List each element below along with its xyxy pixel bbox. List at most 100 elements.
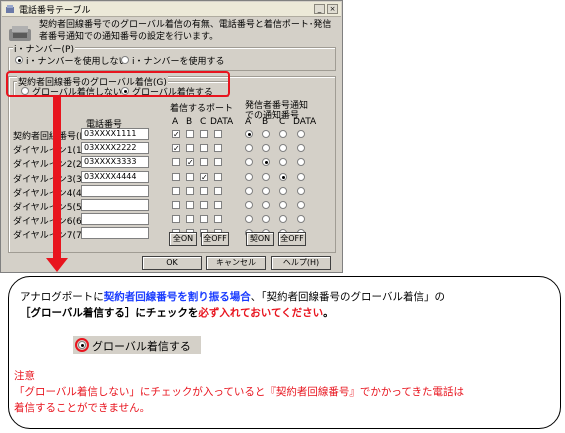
row-label: 契約者回線番号(I) xyxy=(13,132,86,142)
port-checkbox[interactable] xyxy=(172,201,180,209)
note-line-2: 着信することができません。 xyxy=(14,402,151,414)
col-ports-header: 着信するポート xyxy=(170,104,234,114)
phone-number-field[interactable]: 03XXXX3333 xyxy=(81,156,149,169)
port-subheader: C xyxy=(200,117,207,127)
caller-radio[interactable] xyxy=(297,172,305,181)
port-checkbox[interactable]: ✓ xyxy=(172,144,180,153)
port-checkbox[interactable] xyxy=(172,186,180,195)
arrow-shaft xyxy=(53,97,61,260)
port-checkbox[interactable] xyxy=(172,215,180,224)
minimize-button[interactable]: _ xyxy=(314,4,325,14)
caller-radio[interactable] xyxy=(245,186,253,195)
port-checkbox[interactable] xyxy=(186,172,194,181)
caller-radio[interactable] xyxy=(297,130,305,138)
ok-button[interactable]: OK xyxy=(142,256,202,270)
port-checkbox[interactable] xyxy=(200,201,208,209)
instruction-warning: 必ず入れておいてください xyxy=(198,307,324,319)
caller-subheader: B xyxy=(262,117,269,127)
phone-number-field[interactable]: 03XXXX2222 xyxy=(81,142,149,155)
row-label: ダイヤルイン5(5) xyxy=(13,203,86,213)
port-checkbox[interactable]: ✓ xyxy=(172,130,180,139)
port-checkbox[interactable] xyxy=(186,144,194,153)
caller-radio[interactable] xyxy=(279,172,287,181)
port-checkbox[interactable] xyxy=(172,158,180,167)
instruction-text: 。 xyxy=(323,307,334,319)
inumber-on-radio[interactable] xyxy=(121,56,129,64)
port-checkbox[interactable] xyxy=(214,172,222,181)
caller-radio[interactable] xyxy=(262,172,270,181)
port-checkbox[interactable]: ✓ xyxy=(186,158,194,167)
instruction-line-2: ［グローバル着信する］にチェックを必ず入れておいてください。 xyxy=(20,305,555,321)
inumber-off-radio[interactable] xyxy=(15,56,23,64)
instruction-text: 、「契約者回線番号のグローバル着信」の xyxy=(250,291,445,303)
row-label: ダイヤルイン2(2) xyxy=(13,160,86,171)
dialog-window: 電話番号テーブル _ × 契約者回線番号でのグローバル着信の有無、電話番号と着信… xyxy=(0,0,343,273)
caller-radio[interactable] xyxy=(297,201,305,209)
caller-radio[interactable] xyxy=(262,130,270,138)
port-checkbox[interactable] xyxy=(172,172,180,181)
port-checkbox[interactable] xyxy=(200,130,208,138)
note-line-1: 「グローバル着信しない」にチェックが入っていると『契約者回線番号』でかかってきた… xyxy=(14,386,465,398)
help-button[interactable]: ヘルプ(H) xyxy=(271,256,331,270)
instruction-text: アナログポートに xyxy=(20,291,104,303)
port-checkbox[interactable] xyxy=(200,215,208,224)
port-checkbox[interactable] xyxy=(214,186,222,195)
sample-radio-label: グローバル着信する xyxy=(92,340,191,353)
all-off-button[interactable]: 全OFF xyxy=(201,232,229,246)
port-checkbox[interactable] xyxy=(186,186,194,195)
port-checkbox[interactable] xyxy=(214,130,222,138)
sample-radio xyxy=(78,341,86,349)
sample-radio-option: グローバル着信する xyxy=(73,336,201,354)
caller-subheader: DATA xyxy=(293,117,317,127)
window-title: 電話番号テーブル xyxy=(19,6,91,16)
port-checkbox[interactable] xyxy=(200,186,208,195)
instruction-text: ［グローバル着信する］にチェックを xyxy=(20,307,199,319)
caller-radio[interactable] xyxy=(279,201,287,209)
port-checkbox[interactable] xyxy=(186,130,194,138)
cancel-button[interactable]: キャンセル xyxy=(206,256,266,270)
arrow-down-icon xyxy=(46,258,68,272)
title-bar: 電話番号テーブル _ × xyxy=(2,2,341,17)
port-subheader: A xyxy=(172,117,179,127)
port-checkbox[interactable] xyxy=(214,144,222,153)
port-checkbox[interactable] xyxy=(200,158,208,167)
all-on-button[interactable]: 全ON xyxy=(169,232,197,246)
port-checkbox[interactable] xyxy=(214,215,222,224)
port-checkbox[interactable] xyxy=(186,215,194,224)
inumber-on-label: i・ナンバーを使用する xyxy=(132,57,225,67)
row-label: ダイヤルイン7(7) xyxy=(13,231,86,242)
phone-number-field[interactable] xyxy=(81,184,149,197)
all-off-button-2[interactable]: 全OFF xyxy=(278,232,306,246)
caller-radio[interactable] xyxy=(262,186,270,195)
caller-radio[interactable] xyxy=(262,201,270,209)
app-icon xyxy=(6,5,14,13)
phone-number-field[interactable]: 03XXXX4444 xyxy=(81,170,149,183)
phone-number-field[interactable] xyxy=(81,199,149,211)
caller-radio[interactable] xyxy=(279,130,287,138)
highlight-box xyxy=(6,71,230,97)
instruction-line-1: アナログポートに契約者回線番号を割り振る場合、「契約者回線番号のグローバル着信」… xyxy=(20,289,555,305)
port-checkbox[interactable] xyxy=(200,144,208,153)
port-subheader: B xyxy=(186,117,193,127)
row-label: ダイヤルイン3(3) xyxy=(13,174,86,185)
phone-number-field[interactable] xyxy=(81,213,149,226)
row-label: ダイヤルイン6(6) xyxy=(13,217,86,228)
dialog-description: 契約者回線番号でのグローバル着信の有無、電話番号と着信ポート･発信者番号通知での… xyxy=(39,20,332,42)
phone-number-field[interactable]: 03XXXX1111 xyxy=(81,128,149,140)
caller-subheader: C xyxy=(279,117,286,127)
caller-radio[interactable] xyxy=(279,186,287,195)
phone-number-field[interactable] xyxy=(81,227,149,240)
port-checkbox[interactable] xyxy=(214,158,222,167)
port-checkbox[interactable] xyxy=(214,201,222,209)
port-checkbox[interactable] xyxy=(186,201,194,209)
port-checkbox[interactable]: ✓ xyxy=(200,172,208,181)
caller-radio[interactable] xyxy=(297,186,305,195)
row-label: ダイヤルイン1(1) xyxy=(13,146,86,157)
close-button[interactable]: × xyxy=(327,4,338,14)
contract-on-button[interactable]: 契ON xyxy=(246,232,274,246)
inumber-off-label: i・ナンバーを使用しない xyxy=(26,57,128,67)
port-subheader: DATA xyxy=(210,117,234,127)
caller-radio[interactable] xyxy=(245,201,253,209)
caller-radio[interactable] xyxy=(245,130,253,138)
caller-radio[interactable] xyxy=(245,172,253,181)
